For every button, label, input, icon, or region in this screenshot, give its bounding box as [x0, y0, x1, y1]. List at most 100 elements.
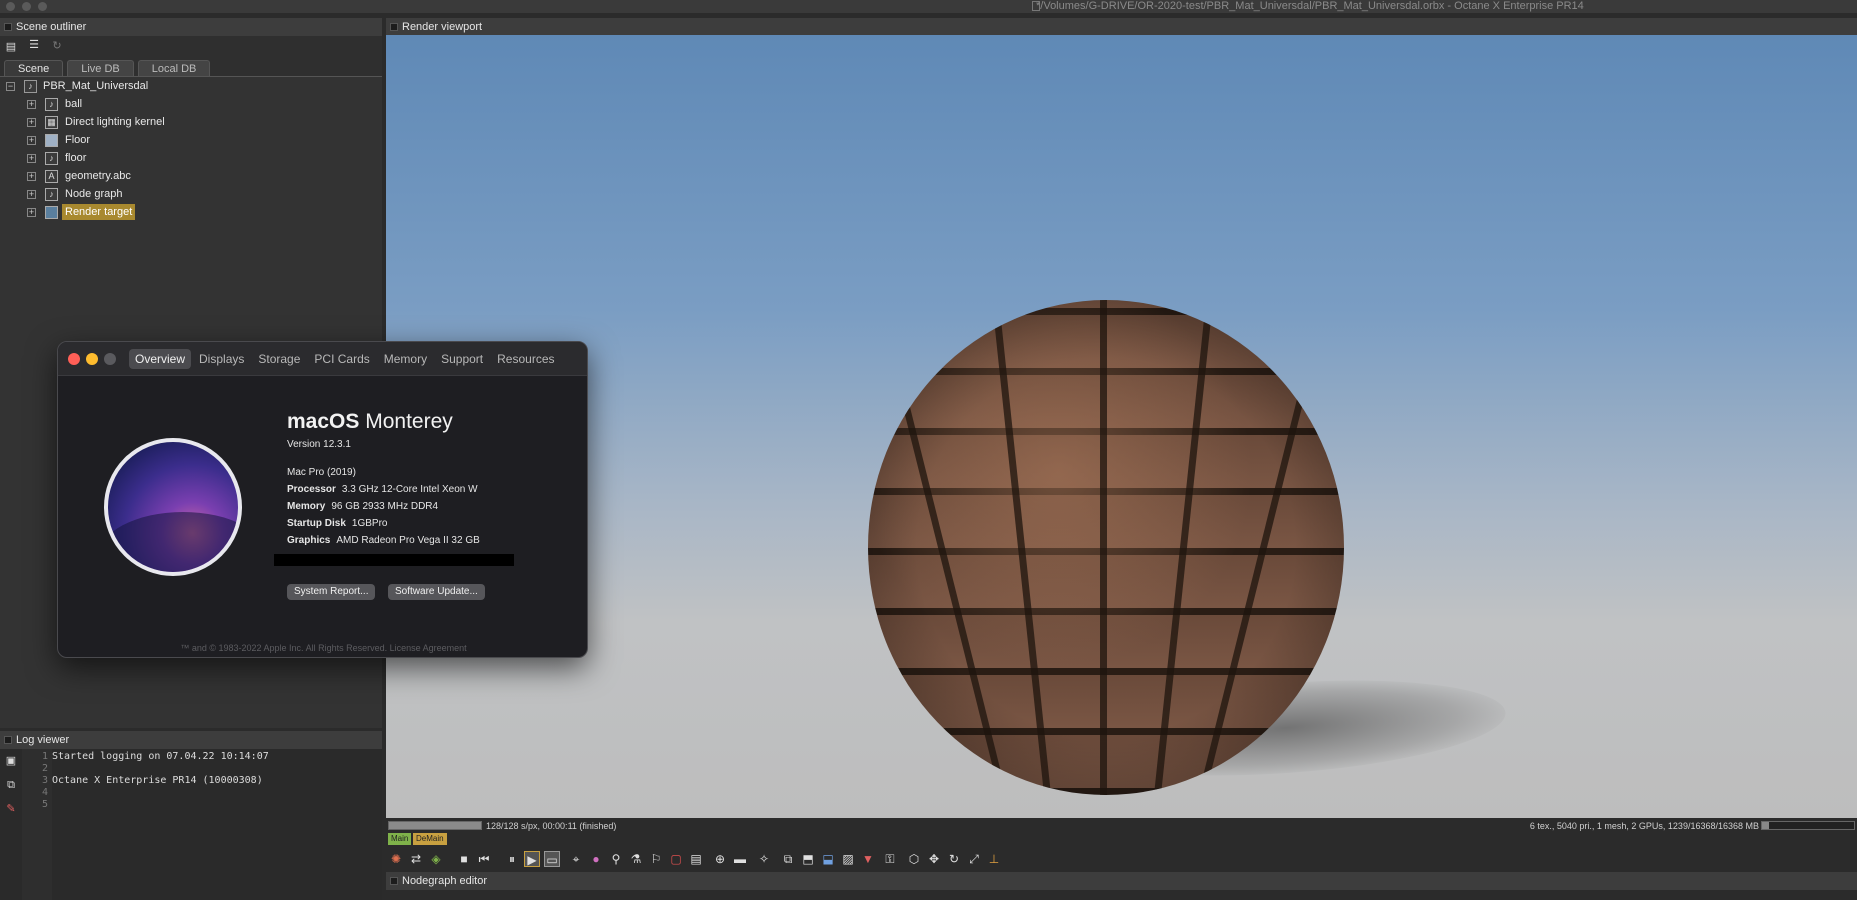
sync-camera-icon[interactable]: ⇄	[408, 851, 424, 867]
mesh-icon: ♪	[45, 152, 58, 165]
scale-gizmo-icon[interactable]: ⤢	[966, 851, 982, 867]
tab-memory[interactable]: Memory	[378, 349, 433, 369]
tree-item-label-selected: Render target	[62, 204, 136, 220]
tab-local-db[interactable]: Local DB	[137, 60, 211, 76]
start-render-icon[interactable]: ▶	[524, 851, 540, 867]
expand-icon[interactable]: +	[27, 208, 36, 217]
tree-item-ball[interactable]: + ♪ ball	[0, 96, 300, 112]
about-window-toolbar: Overview Displays Storage PCI Cards Memo…	[58, 342, 587, 376]
tab-support[interactable]: Support	[435, 349, 489, 369]
tag-main[interactable]: Main	[388, 833, 412, 845]
pause-render-icon[interactable]: ⏸	[504, 851, 520, 867]
zoom-window-button[interactable]	[38, 2, 47, 11]
panel-grip-icon[interactable]	[4, 736, 12, 744]
close-button[interactable]	[68, 353, 80, 365]
clear-log-icon[interactable]: ▣	[4, 755, 18, 767]
panel-grip-icon[interactable]	[4, 23, 12, 31]
tree-item-direct-lighting-kernel[interactable]: + ▦ Direct lighting kernel	[0, 114, 300, 130]
lock-viewport-icon[interactable]: ✧	[756, 851, 772, 867]
about-tabs: Overview Displays Storage PCI Cards Memo…	[129, 349, 563, 369]
tree-item-node-graph[interactable]: + ♪ Node graph	[0, 186, 300, 202]
copy-to-clipboard-icon[interactable]: ⧉	[780, 851, 796, 867]
rotate-gizmo-icon[interactable]: ↻	[946, 851, 962, 867]
tree-item-label: Direct lighting kernel	[65, 116, 165, 128]
render-viewport-title: Render viewport	[402, 21, 483, 33]
world-coordinate-icon[interactable]: ⊥	[986, 851, 1002, 867]
realtime-mode-icon[interactable]: ▭	[544, 851, 560, 867]
close-window-button[interactable]	[6, 2, 15, 11]
expand-all-icon[interactable]: ▤	[4, 41, 18, 53]
render-toolbar: ✺ ⇄ ◈ ■ ⏮ ⏸ ▶ ▭ ⌖ ● ⚲ ⚗ ⚐ ▢ ▤ ⊕ ▬ ✧ ⧉ ⬒ …	[386, 847, 1857, 871]
viewport-resolution-icon[interactable]: ▬	[732, 851, 748, 867]
log-line: 3 Octane X Enterprise PR14 (10000308)	[41, 775, 263, 786]
minimize-button[interactable]	[86, 353, 98, 365]
copyright-footer[interactable]: ™ and © 1983-2022 Apple Inc. All Rights …	[58, 643, 587, 653]
save-log-icon[interactable]: ✎	[4, 803, 18, 815]
camera-target-picker-icon[interactable]: ⚐	[648, 851, 664, 867]
render-stats-text: 6 tex., 5040 pri., 1 mesh, 2 GPUs, 1239/…	[1529, 821, 1759, 831]
tag-demain[interactable]: DeMain	[413, 833, 447, 845]
minimize-window-button[interactable]	[22, 2, 31, 11]
tab-live-db[interactable]: Live DB	[67, 60, 134, 76]
nodegraph-editor-panel: Nodegraph editor	[386, 872, 1857, 900]
expand-icon[interactable]: +	[27, 136, 36, 145]
expand-icon[interactable]: +	[27, 190, 36, 199]
tree-item-label: floor	[65, 152, 87, 164]
log-line: 1 Started logging on 07.04.22 10:14:07	[41, 751, 269, 762]
expand-icon[interactable]: +	[27, 118, 36, 127]
collapse-all-icon[interactable]: ☰	[27, 39, 41, 51]
clay-mode-icon[interactable]: ▼	[860, 851, 876, 867]
reset-camera-icon[interactable]: ✺	[388, 851, 404, 867]
geometry-icon: A	[45, 170, 58, 183]
render-image[interactable]	[386, 35, 1857, 818]
gizmo-box-icon[interactable]: ⬡	[906, 851, 922, 867]
panel-grip-icon[interactable]	[390, 877, 398, 885]
gpu-memory-bar	[1761, 821, 1855, 830]
scene-outliner-header: Scene outliner	[0, 18, 382, 36]
software-update-button[interactable]: Software Update...	[388, 584, 485, 600]
tree-root[interactable]: − ♪ PBR_Mat_Universdal	[0, 78, 300, 94]
decal-wireframe-icon[interactable]: ⚿	[882, 851, 898, 867]
expand-icon[interactable]: +	[27, 172, 36, 181]
white-balance-icon[interactable]: ●	[588, 851, 604, 867]
tab-pci-cards[interactable]: PCI Cards	[308, 349, 375, 369]
film-region-icon[interactable]: ▤	[688, 851, 704, 867]
object-picker-icon[interactable]: ⚗	[628, 851, 644, 867]
background-image-icon[interactable]: ▨	[840, 851, 856, 867]
restart-render-icon[interactable]: ⏮	[476, 851, 492, 867]
system-report-button[interactable]: System Report...	[287, 584, 376, 600]
tab-scene[interactable]: Scene	[4, 60, 64, 76]
export-passes-icon[interactable]: ⬓	[820, 851, 836, 867]
spec-startup-disk: Startup Disk 1GBPro	[287, 518, 388, 529]
tab-overview[interactable]: Overview	[129, 349, 192, 369]
render-stats-bar: 128/128 s/px, 00:00:11 (finished) 6 tex.…	[386, 819, 1857, 833]
region-render-icon[interactable]: ▢	[668, 851, 684, 867]
octane-app: */Volumes/G-DRIVE/OR-2020-test/PBR_Mat_U…	[0, 0, 1857, 900]
spec-graphics: Graphics AMD Radeon Pro Vega II 32 GB	[287, 535, 480, 546]
zoom-button[interactable]	[104, 353, 116, 365]
os-version: Version 12.3.1	[287, 439, 351, 450]
expand-icon[interactable]: +	[27, 100, 36, 109]
zoom-icon[interactable]: ⊕	[712, 851, 728, 867]
expand-icon[interactable]: +	[27, 154, 36, 163]
render-settings-icon[interactable]: ◈	[428, 851, 444, 867]
spec-processor: Processor 3.3 GHz 12-Core Intel Xeon W	[287, 484, 478, 495]
save-render-icon[interactable]: ⬒	[800, 851, 816, 867]
tree-item-floor-material[interactable]: + Floor	[0, 132, 300, 148]
translate-gizmo-icon[interactable]: ✥	[926, 851, 942, 867]
collapse-icon[interactable]: −	[6, 82, 15, 91]
copy-log-icon[interactable]: ⧉	[4, 779, 18, 791]
tab-displays[interactable]: Displays	[193, 349, 250, 369]
panel-grip-icon[interactable]	[390, 23, 398, 31]
tab-storage[interactable]: Storage	[252, 349, 306, 369]
focus-picker-icon[interactable]: ⌖	[568, 851, 584, 867]
tree-item-render-target[interactable]: + Render target	[0, 204, 300, 220]
tree-item-geometry-abc[interactable]: + A geometry.abc	[0, 168, 300, 184]
tree-item-floor-mesh[interactable]: + ♪ floor	[0, 150, 300, 166]
tree-item-label: geometry.abc	[65, 170, 131, 182]
refresh-icon[interactable]: ↻	[50, 40, 64, 52]
material-picker-icon[interactable]: ⚲	[608, 851, 624, 867]
log-viewer-title: Log viewer	[16, 734, 70, 746]
tab-resources[interactable]: Resources	[491, 349, 560, 369]
stop-render-icon[interactable]: ■	[456, 851, 472, 867]
